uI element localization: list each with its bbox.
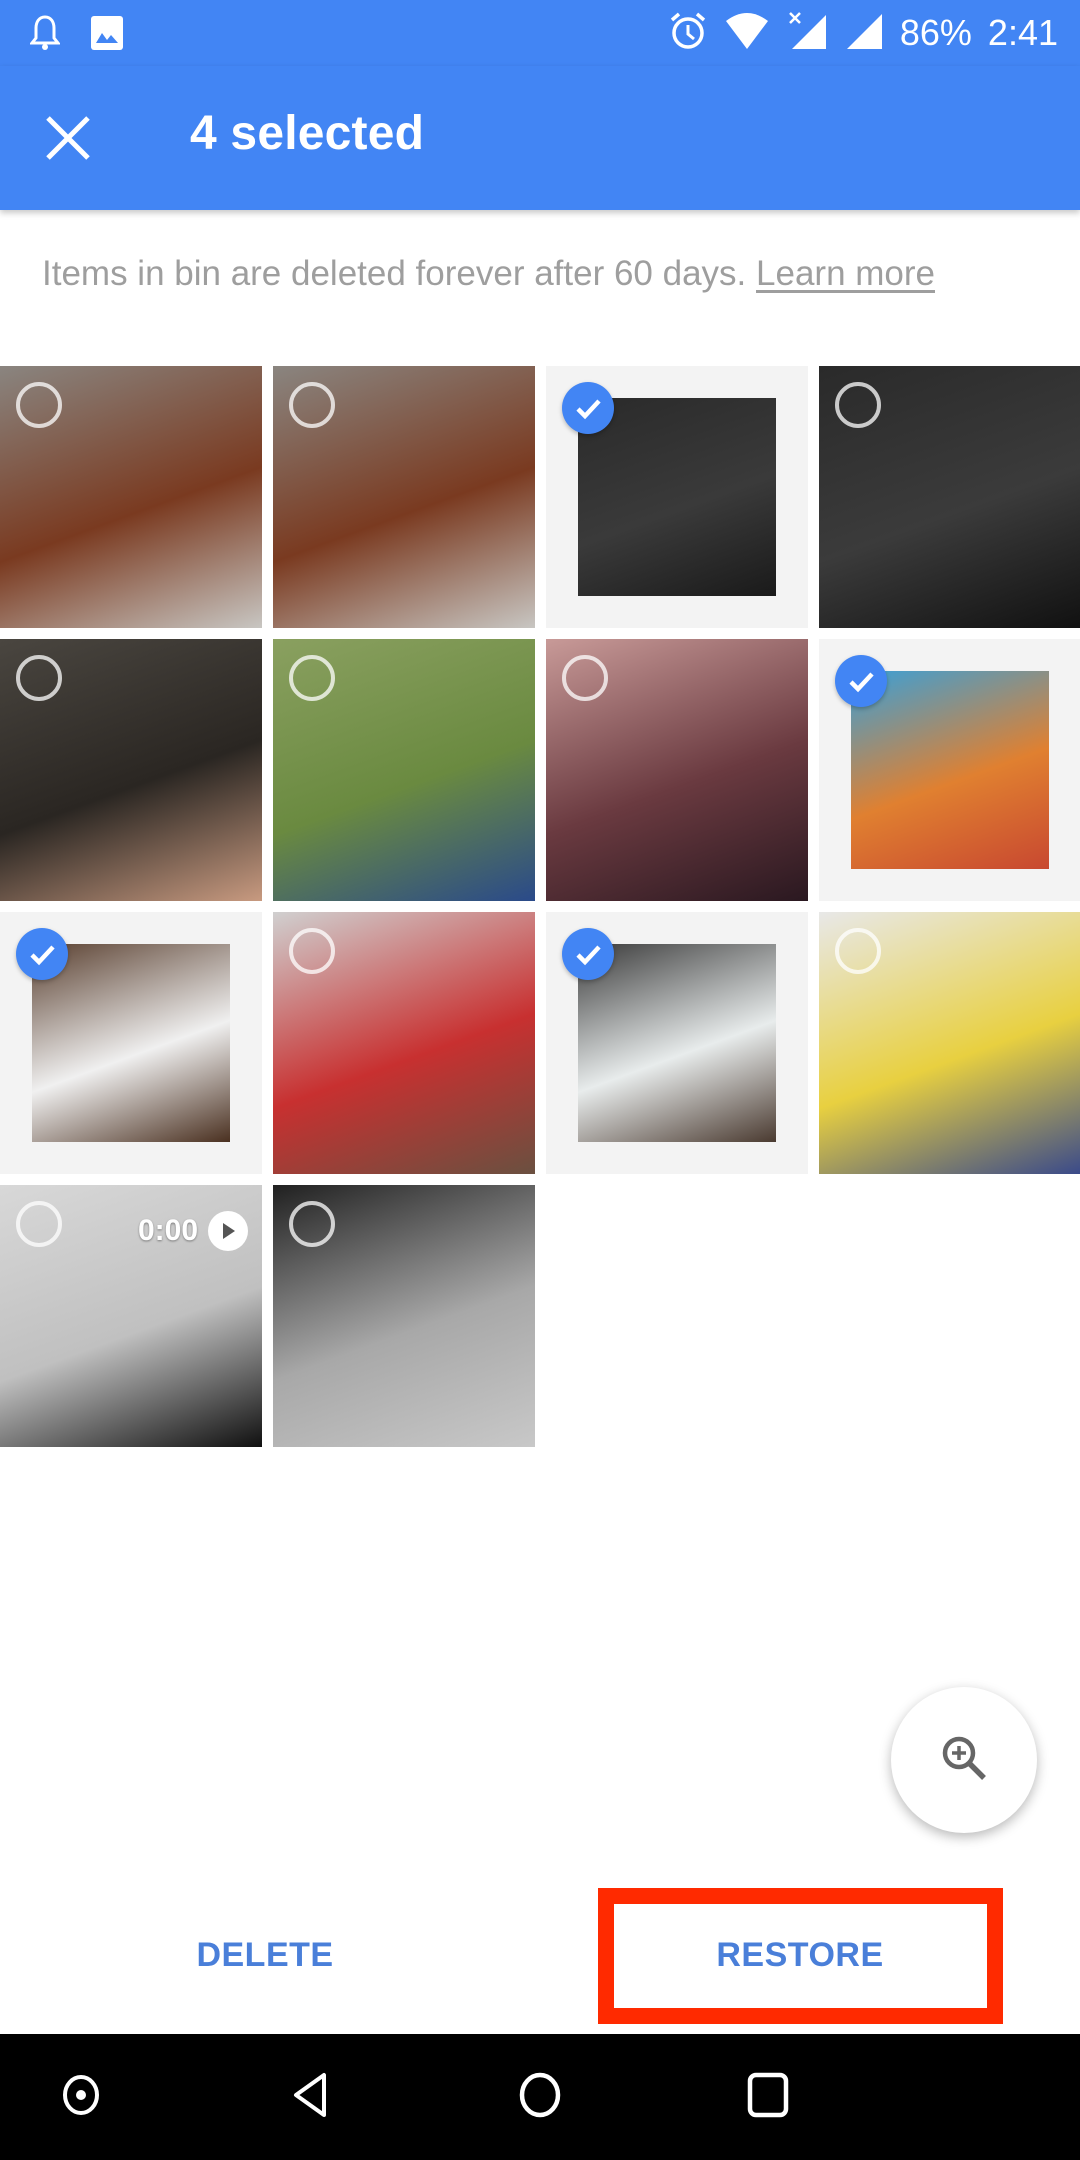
zoom-in-button[interactable] <box>891 1687 1037 1833</box>
home-button[interactable] <box>505 2062 575 2132</box>
alarm-clock-icon <box>668 11 708 56</box>
photo-thumbnail <box>32 944 230 1142</box>
photo-thumbnail <box>578 944 776 1142</box>
system-nav-bar <box>0 2034 1080 2160</box>
close-icon <box>34 116 102 176</box>
selection-app-bar: 4 selected <box>0 66 1080 210</box>
unselected-circle-icon[interactable] <box>16 655 62 701</box>
video-duration: 0:00 <box>138 1214 199 1247</box>
video-duration-badge: 0:00 <box>138 1211 249 1251</box>
grid-photo-tile[interactable] <box>546 639 808 901</box>
grid-photo-tile[interactable] <box>273 639 535 901</box>
unselected-circle-icon[interactable] <box>289 1201 335 1247</box>
grid-photo-tile[interactable] <box>546 366 808 628</box>
zoom-in-icon <box>938 1732 990 1789</box>
learn-more-link[interactable]: Learn more <box>756 254 935 293</box>
grid-photo-tile[interactable] <box>273 366 535 628</box>
mobile-signal-icon <box>844 11 884 56</box>
wifi-icon <box>724 11 770 56</box>
grid-photo-tile[interactable] <box>546 912 808 1174</box>
restore-button[interactable]: RESTORE <box>614 1905 986 2005</box>
close-selection-button[interactable] <box>34 104 102 172</box>
back-icon <box>290 2072 330 2123</box>
battery-percent: 86% <box>899 12 972 53</box>
grid-photo-tile[interactable] <box>0 366 262 628</box>
unselected-circle-icon[interactable] <box>16 1201 62 1247</box>
grid-photo-tile[interactable] <box>819 912 1080 1174</box>
grid-photo-tile[interactable] <box>273 912 535 1174</box>
assistant-dot-icon <box>61 2073 101 2122</box>
status-bar: 86% 2:41 <box>0 0 1080 66</box>
grid-photo-tile[interactable] <box>0 912 262 1174</box>
back-button[interactable] <box>275 2062 345 2132</box>
recents-icon <box>746 2072 790 2123</box>
selected-check-icon[interactable] <box>16 928 68 980</box>
unselected-circle-icon[interactable] <box>835 382 881 428</box>
selected-check-icon[interactable] <box>562 382 614 434</box>
photo-thumbnail <box>851 671 1049 869</box>
selected-check-icon[interactable] <box>835 655 887 707</box>
unselected-circle-icon[interactable] <box>289 655 335 701</box>
unselected-circle-icon[interactable] <box>562 655 608 701</box>
selection-count-title: 4 selected <box>190 107 425 160</box>
home-icon <box>518 2072 562 2123</box>
grid-photo-tile[interactable] <box>273 1185 535 1447</box>
unselected-circle-icon[interactable] <box>835 928 881 974</box>
gallery-image-icon <box>90 15 124 56</box>
mobile-signal-no-data-icon <box>786 11 828 56</box>
grid-photo-tile[interactable] <box>819 639 1080 901</box>
unselected-circle-icon[interactable] <box>16 382 62 428</box>
play-icon <box>208 1211 249 1251</box>
unselected-circle-icon[interactable] <box>289 928 335 974</box>
photo-thumbnail <box>578 398 776 596</box>
notification-bell-icon <box>28 14 62 57</box>
assistant-button[interactable] <box>46 2062 116 2132</box>
selected-check-icon[interactable] <box>562 928 614 980</box>
grid-video-tile[interactable]: 0:00 <box>0 1185 262 1447</box>
grid-photo-tile[interactable] <box>819 366 1080 628</box>
unselected-circle-icon[interactable] <box>289 382 335 428</box>
delete-button[interactable]: DELETE <box>160 1905 370 2005</box>
bin-notice-text: Items in bin are deleted forever after 6… <box>42 254 747 293</box>
photo-grid: 0:00 <box>0 366 1080 1447</box>
recents-button[interactable] <box>733 2062 803 2132</box>
clock-time: 2:41 <box>987 12 1058 53</box>
bin-notice: Items in bin are deleted forever after 6… <box>42 254 935 294</box>
grid-photo-tile[interactable] <box>0 639 262 901</box>
